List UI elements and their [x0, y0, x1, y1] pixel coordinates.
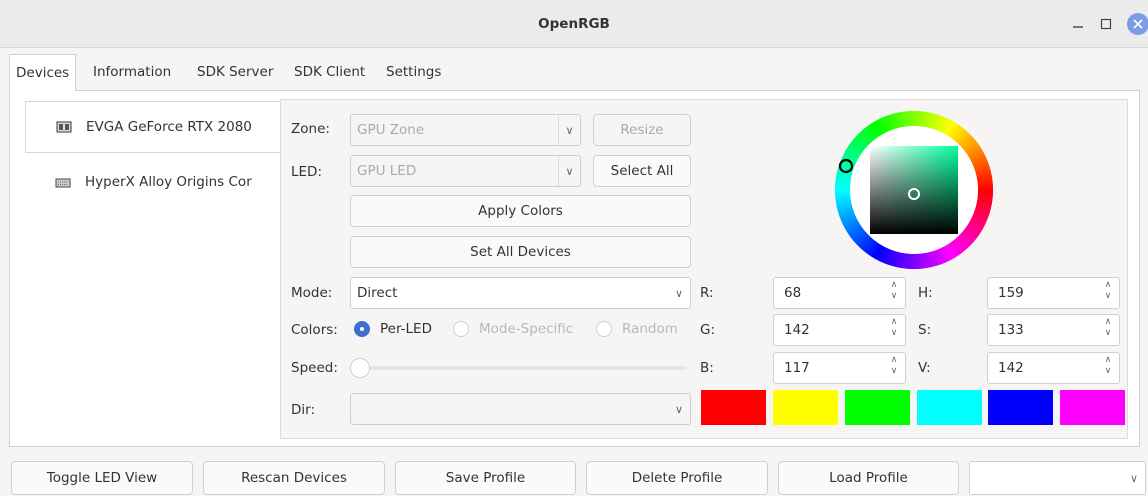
apply-colors-button[interactable]: Apply Colors — [350, 195, 691, 227]
window-title: OpenRGB — [538, 16, 610, 32]
maximize-icon — [1100, 18, 1112, 30]
radio-indicator — [453, 321, 469, 337]
radio-label: Mode-Specific — [479, 321, 574, 337]
maximize-button[interactable] — [1094, 12, 1118, 36]
swatch-green[interactable] — [845, 390, 910, 425]
g-value: 142 — [784, 322, 810, 338]
s-spinbox[interactable]: 133 ∧ ∨ — [987, 314, 1120, 346]
gpu-icon — [56, 121, 72, 133]
h-value: 159 — [998, 285, 1024, 301]
g-spinbox[interactable]: 142 ∧ ∨ — [773, 314, 906, 346]
chevron-down-icon: ∨ — [674, 402, 684, 416]
r-value: 68 — [784, 285, 802, 301]
radio-per-led[interactable]: Per-LED — [354, 321, 432, 337]
spin-arrows-icon[interactable]: ∧ ∨ — [1101, 317, 1115, 343]
select-all-button[interactable]: Select All — [593, 155, 691, 187]
led-select-value: GPU LED — [357, 163, 417, 179]
spin-arrows-icon[interactable]: ∧ ∨ — [1101, 355, 1115, 381]
v-value: 142 — [998, 360, 1024, 376]
color-wheel[interactable] — [834, 110, 994, 270]
led-label: LED: — [291, 164, 322, 180]
radio-random[interactable]: Random — [596, 321, 678, 337]
rescan-devices-button[interactable]: Rescan Devices — [203, 461, 385, 495]
radio-label: Random — [622, 321, 678, 337]
swatch-magenta[interactable] — [1060, 390, 1125, 425]
tab-devices[interactable]: Devices — [9, 54, 77, 91]
h-spinbox[interactable]: 159 ∧ ∨ — [987, 277, 1120, 309]
tab-sdk-server[interactable]: SDK Server — [191, 54, 279, 91]
close-button[interactable] — [1127, 13, 1148, 35]
chevron-down-icon: ∨ — [1129, 471, 1139, 485]
zone-select-value: GPU Zone — [357, 122, 425, 138]
speed-slider-handle[interactable] — [350, 358, 370, 378]
radio-indicator — [354, 321, 370, 337]
device-item-gpu[interactable]: EVGA GeForce RTX 2080 — [25, 101, 281, 153]
mode-select[interactable]: Direct ∨ — [350, 277, 691, 309]
resize-button[interactable]: Resize — [593, 114, 691, 146]
swatch-yellow[interactable] — [773, 390, 838, 425]
save-profile-button[interactable]: Save Profile — [395, 461, 576, 495]
b-spinbox[interactable]: 117 ∧ ∨ — [773, 352, 906, 384]
profile-select[interactable]: ∨ — [969, 461, 1146, 495]
v-label: V: — [918, 360, 931, 376]
mode-select-value: Direct — [357, 285, 398, 301]
spin-arrows-icon[interactable]: ∧ ∨ — [887, 355, 901, 381]
minimize-icon — [1073, 26, 1083, 28]
g-label: G: — [700, 322, 716, 338]
s-value: 133 — [998, 322, 1024, 338]
swatch-cyan[interactable] — [917, 390, 982, 425]
swatch-red[interactable] — [701, 390, 766, 425]
tab-sdk-client[interactable]: SDK Client — [288, 54, 371, 91]
b-value: 117 — [784, 360, 810, 376]
spin-arrows-icon[interactable]: ∧ ∨ — [1101, 280, 1115, 306]
spin-arrows-icon[interactable]: ∧ ∨ — [887, 280, 901, 306]
minimize-button[interactable] — [1066, 12, 1090, 36]
radio-mode-specific[interactable]: Mode-Specific — [453, 321, 573, 337]
controls-panel — [280, 99, 1128, 439]
zone-select[interactable]: GPU Zone ∨ — [350, 114, 581, 146]
chevron-down-icon: ∨ — [558, 115, 580, 145]
swatch-blue[interactable] — [988, 390, 1053, 425]
tab-settings[interactable]: Settings — [380, 54, 447, 91]
s-label: S: — [918, 322, 932, 338]
chevron-down-icon: ∨ — [674, 286, 684, 300]
chevron-down-icon: ∨ — [558, 156, 580, 186]
device-label: EVGA GeForce RTX 2080 — [86, 119, 252, 135]
set-all-devices-button[interactable]: Set All Devices — [350, 236, 691, 268]
device-label: HyperX Alloy Origins Cor — [85, 174, 252, 190]
keyboard-icon — [55, 176, 71, 188]
mode-label: Mode: — [291, 285, 333, 301]
h-label: H: — [918, 285, 933, 301]
r-label: R: — [700, 285, 714, 301]
toggle-led-view-button[interactable]: Toggle LED View — [11, 461, 193, 495]
led-select[interactable]: GPU LED ∨ — [350, 155, 581, 187]
tab-information[interactable]: Information — [87, 54, 177, 91]
dir-select[interactable]: ∨ — [350, 393, 691, 425]
load-profile-button[interactable]: Load Profile — [778, 461, 959, 495]
close-icon — [1133, 19, 1143, 29]
delete-profile-button[interactable]: Delete Profile — [586, 461, 768, 495]
b-label: B: — [700, 360, 714, 376]
spin-arrows-icon[interactable]: ∧ ∨ — [887, 317, 901, 343]
radio-indicator — [596, 321, 612, 337]
zone-label: Zone: — [291, 121, 330, 137]
speed-label: Speed: — [291, 360, 338, 376]
v-spinbox[interactable]: 142 ∧ ∨ — [987, 352, 1120, 384]
colors-label: Colors: — [291, 322, 338, 338]
radio-label: Per-LED — [380, 321, 432, 337]
dir-label: Dir: — [291, 402, 316, 418]
speed-slider-track[interactable] — [354, 366, 687, 370]
r-spinbox[interactable]: 68 ∧ ∨ — [773, 277, 906, 309]
device-item-keyboard[interactable]: HyperX Alloy Origins Cor — [25, 156, 281, 208]
